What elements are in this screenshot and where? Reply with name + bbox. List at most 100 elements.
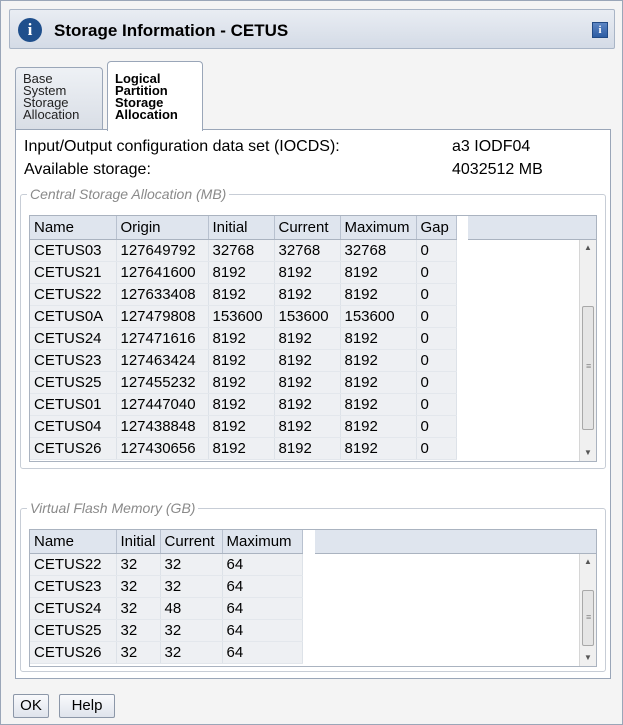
table-row[interactable]: CETUS24 127471616 8192 8192 8192 0 [30,327,457,350]
table-cell-gap: 0 [416,349,457,372]
table-cell-current: 8192 [274,393,341,416]
window-title: Storage Information - CETUS [54,21,289,40]
table-row[interactable]: CETUS26 32 32 64 [30,641,303,664]
table-cell-initial: 32 [116,553,161,576]
table-cell-origin: 127463424 [116,349,209,372]
central-storage-table: Name Origin Initial Current Maximum Gap CETUS… [29,215,597,462]
table-cell-name: CETUS25 [30,371,117,394]
table-cell-current: 32 [160,641,223,664]
column-header-name[interactable]: Name [30,216,117,240]
table-row[interactable]: CETUS25 32 32 64 [30,619,303,642]
table-cell-origin: 127479808 [116,305,209,328]
table-cell-current: 8192 [274,283,341,306]
table-cell-current: 8192 [274,349,341,372]
available-storage-label: Available storage: [24,161,151,178]
table-cell-name: CETUS04 [30,415,117,438]
central-table-scrollbar[interactable]: ▲ ≡ ▼ [579,240,596,461]
table-row[interactable]: CETUS03 127649792 32768 32768 32768 0 [30,239,457,262]
tab-base-system-storage-allocation[interactable]: Base System Storage Allocation [15,67,103,129]
table-cell-name: CETUS22 [30,553,117,576]
table-cell-origin: 127649792 [116,239,209,262]
virtual-flash-table: Name Initial Current Maximum CETUS22 32 32 64 C… [29,529,597,667]
table-cell-name: CETUS22 [30,283,117,306]
table-cell-origin: 127455232 [116,371,209,394]
ok-button[interactable]: OK [13,694,49,718]
table-cell-maximum: 32768 [340,239,417,262]
table-header-fill [468,216,596,240]
help-button[interactable]: Help [59,694,115,718]
table-row[interactable]: CETUS24 32 48 64 [30,597,303,620]
table-cell-name: CETUS26 [30,437,117,460]
column-header-current[interactable]: Current [274,216,341,240]
table-cell-current: 8192 [274,415,341,438]
table-cell-initial: 8192 [208,327,275,350]
table-cell-name: CETUS23 [30,575,117,598]
table-cell-current: 8192 [274,327,341,350]
table-cell-name: CETUS23 [30,349,117,372]
table-cell-initial: 32 [116,619,161,642]
table-cell-origin: 127438848 [116,415,209,438]
table-cell-initial: 8192 [208,393,275,416]
table-cell-origin: 127633408 [116,283,209,306]
table-row[interactable]: CETUS01 127447040 8192 8192 8192 0 [30,393,457,416]
table-cell-maximum: 153600 [340,305,417,328]
column-header-initial[interactable]: Initial [116,530,161,554]
table-row[interactable]: CETUS23 127463424 8192 8192 8192 0 [30,349,457,372]
table-cell-name: CETUS24 [30,327,117,350]
table-row[interactable]: CETUS0A 127479808 153600 153600 153600 0 [30,305,457,328]
table-cell-gap: 0 [416,239,457,262]
scroll-thumb[interactable]: ≡ [582,590,594,646]
table-cell-maximum: 64 [222,553,303,576]
table-cell-initial: 8192 [208,437,275,460]
table-cell-maximum: 8192 [340,437,417,460]
table-cell-initial: 32 [116,575,161,598]
table-cell-current: 8192 [274,437,341,460]
table-cell-initial: 8192 [208,371,275,394]
table-cell-maximum: 64 [222,575,303,598]
title-bar: i Storage Information - CETUS i [9,9,615,49]
tab-label-line: Allocation [115,107,178,122]
scroll-up-arrow[interactable]: ▲ [580,554,596,570]
scroll-up-arrow[interactable]: ▲ [580,240,596,256]
table-cell-gap: 0 [416,415,457,438]
table-cell-initial: 8192 [208,261,275,284]
table-cell-name: CETUS26 [30,641,117,664]
table-cell-maximum: 8192 [340,371,417,394]
virtual-flash-legend: Virtual Flash Memory (GB) [27,500,199,516]
column-header-initial[interactable]: Initial [208,216,275,240]
column-header-origin[interactable]: Origin [116,216,209,240]
table-row[interactable]: CETUS23 32 32 64 [30,575,303,598]
scroll-thumb[interactable]: ≡ [582,306,594,430]
column-header-gap[interactable]: Gap [416,216,457,240]
table-cell-initial: 8192 [208,349,275,372]
scroll-grip-icon: ≡ [586,361,592,371]
table-cell-current: 32 [160,575,223,598]
table-row[interactable]: CETUS22 32 32 64 [30,553,303,576]
table-cell-maximum: 64 [222,597,303,620]
table-cell-maximum: 64 [222,619,303,642]
table-cell-initial: 32768 [208,239,275,262]
table-row[interactable]: CETUS22 127633408 8192 8192 8192 0 [30,283,457,306]
table-cell-name: CETUS01 [30,393,117,416]
column-header-name[interactable]: Name [30,530,117,554]
scroll-down-arrow[interactable]: ▼ [580,650,596,666]
help-icon[interactable]: i [592,22,608,38]
iocds-label: Input/Output configuration data set (IOC… [24,138,340,155]
column-header-maximum[interactable]: Maximum [340,216,417,240]
tab-label-line: Allocation [23,107,80,122]
column-header-maximum[interactable]: Maximum [222,530,303,554]
table-cell-name: CETUS24 [30,597,117,620]
scroll-grip-icon: ≡ [586,612,592,622]
table-cell-current: 8192 [274,261,341,284]
table-row[interactable]: CETUS04 127438848 8192 8192 8192 0 [30,415,457,438]
column-header-current[interactable]: Current [160,530,223,554]
table-cell-current: 48 [160,597,223,620]
table-cell-maximum: 8192 [340,261,417,284]
flash-table-scrollbar[interactable]: ▲ ≡ ▼ [579,554,596,666]
storage-info-window: i Storage Information - CETUS i Base Sys… [0,0,623,725]
scroll-down-arrow[interactable]: ▼ [580,445,596,461]
table-row[interactable]: CETUS21 127641600 8192 8192 8192 0 [30,261,457,284]
table-row[interactable]: CETUS26 127430656 8192 8192 8192 0 [30,437,457,460]
tab-logical-partition-storage-allocation[interactable]: Logical Partition Storage Allocation [107,61,203,131]
table-row[interactable]: CETUS25 127455232 8192 8192 8192 0 [30,371,457,394]
